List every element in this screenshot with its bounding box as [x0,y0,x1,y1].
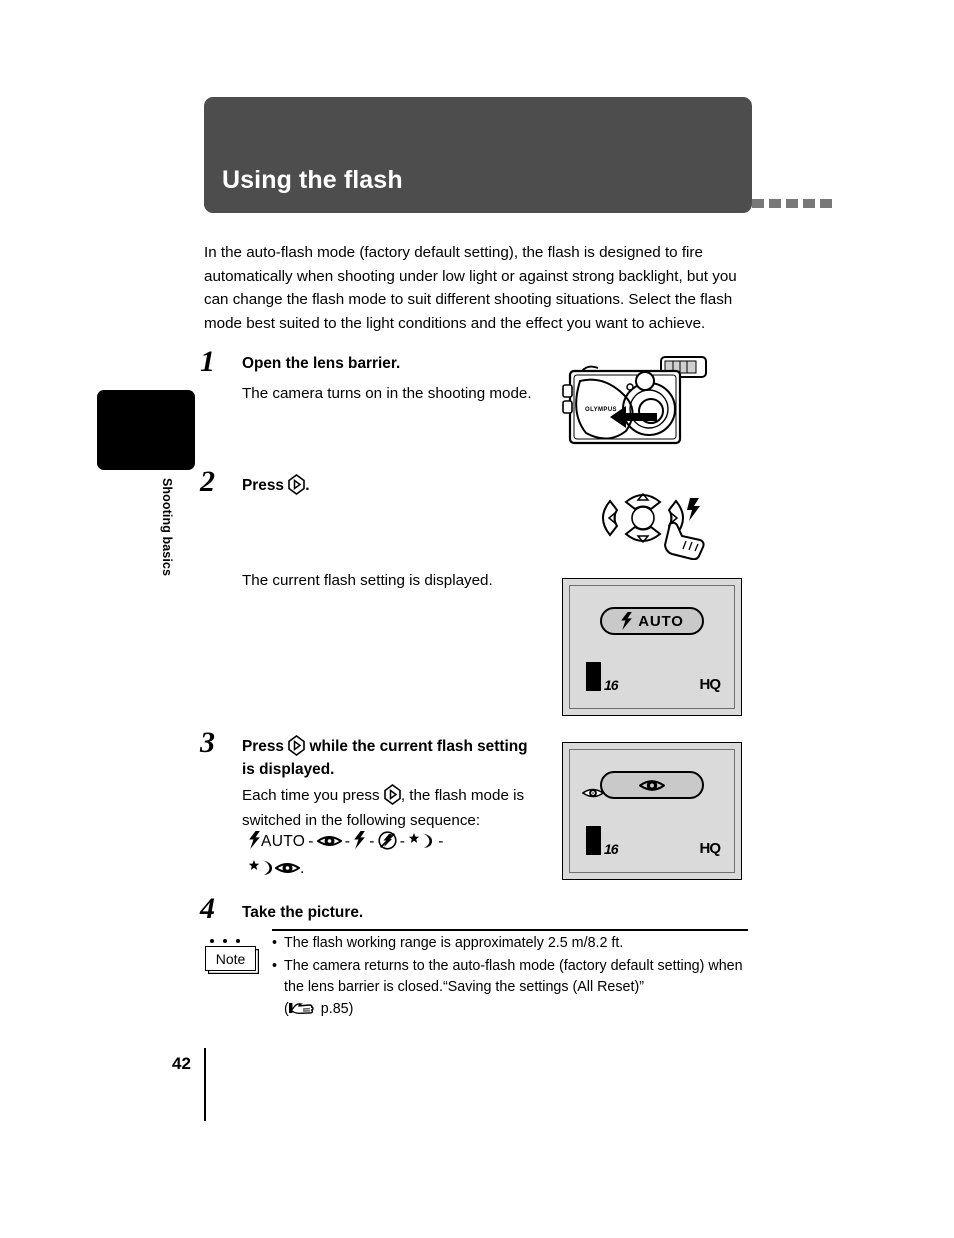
flash-bolt-icon [621,612,633,630]
section-header-bar: Using the flash [204,97,752,213]
arrow-button-right-icon [288,735,306,756]
sequence-period: . [300,860,305,877]
battery-full-icon [586,826,601,855]
arrow-button-right-icon [288,474,306,495]
camera-illustration: OLYMPUS [560,355,715,465]
pointing-hand-icon [288,1001,317,1015]
four-way-arrow-pad-icon [602,492,705,561]
note-ref-page: p.85 [320,1000,349,1017]
step-number-4: 4 [200,892,215,925]
night-scene-icon [248,858,275,875]
step-number-3: 3 [200,726,215,759]
chapter-tab-marker [97,390,195,470]
note-item-body: The camera returns to the auto-flash mod… [284,957,743,996]
step-body-2: The current flash setting is displayed. [242,572,493,589]
step-body-3: Each time you press , the flash mode is … [242,783,547,833]
note-item: • The camera returns to the auto-flash m… [272,956,752,1021]
flash-bolt-icon [248,831,261,849]
note-list: • The flash working range is approximate… [272,933,752,1021]
step-heading-2: Press . [242,474,542,497]
step-body-3-text: Each time you press [242,787,380,804]
sequence-auto-label: AUTO [261,833,306,850]
note-reference: ( p.85) [284,1001,353,1017]
note-item-text: The camera returns to the auto-flash mod… [284,956,752,1021]
note-badge: Note [205,946,256,971]
red-eye-reduction-icon [639,779,665,791]
flash-off-icon [378,831,397,850]
note-item: • The flash working range is approximate… [272,933,752,955]
step-heading-3-tail: while the current flash setting is displ… [242,738,528,778]
fill-in-flash-icon [353,831,366,849]
step-heading-3-text: Press [242,738,284,755]
svg-text:OLYMPUS: OLYMPUS [585,407,617,413]
arrow-pad-illustration [598,476,708,565]
lcd-inner-frame: 16 HQ [569,749,735,873]
chapter-tab-label: Shooting basics [160,478,174,577]
header-dash [786,199,798,208]
note-badge-label: Note [215,950,246,967]
battery-full-icon [586,662,601,691]
step-heading-2-text: Press [242,477,284,494]
red-eye-reduction-icon [274,857,301,873]
lcd-frame-count: 16 [604,841,619,857]
step-body-1: The camera turns on in the shooting mode… [242,385,532,402]
lcd-quality-indicator: HQ [699,840,721,857]
header-dash [752,199,764,208]
lcd-inner-frame: AUTO 16 HQ [569,585,735,709]
note-dot [223,939,227,943]
intro-paragraph: In the auto-flash mode (factory default … [204,244,737,332]
header-dash [803,199,815,208]
header-dash-decoration [752,199,832,208]
note-bullet: • [272,935,278,951]
page-title: Using the flash [222,166,403,194]
lcd-flash-mode-badge: AUTO [600,607,704,635]
header-dash [769,199,781,208]
red-eye-reduction-icon [315,830,343,846]
flash-mode-sequence: AUTO - - - - - . [248,828,548,882]
flash-bolt-icon [687,498,700,521]
note-dots-decoration [210,939,240,943]
header-dash [820,199,832,208]
lcd-flash-mode-badge [600,771,704,799]
note-item-text: The flash working range is approximately… [284,935,624,951]
step-number-1: 1 [200,345,215,378]
note-separator-rule [272,929,748,931]
step-heading-3: Press while the current flash setting is… [242,735,532,781]
lcd-quality-indicator: HQ [699,676,721,693]
note-bullet: • [272,957,278,974]
note-dot [210,939,214,943]
lcd-flash-mode-text: AUTO [638,612,684,630]
page-number: 42 [172,1054,191,1073]
lcd-frame-count: 16 [604,677,619,693]
note-dot [236,939,240,943]
night-scene-icon [408,831,435,848]
step-heading-1: Open the lens barrier. [242,355,401,372]
step-number-2: 2 [200,465,215,498]
note-ref-close: ) [348,1000,354,1017]
arrow-button-right-icon [384,784,401,805]
lcd-screen-auto: AUTO 16 HQ [562,578,742,716]
camera-front-icon: OLYMPUS [562,356,707,445]
footer-vertical-rule [204,1048,206,1121]
step-heading-2-tail: . [305,477,310,494]
lcd-screen-red-eye: 16 HQ [562,742,742,880]
step-heading-4: Take the picture. [242,904,364,921]
